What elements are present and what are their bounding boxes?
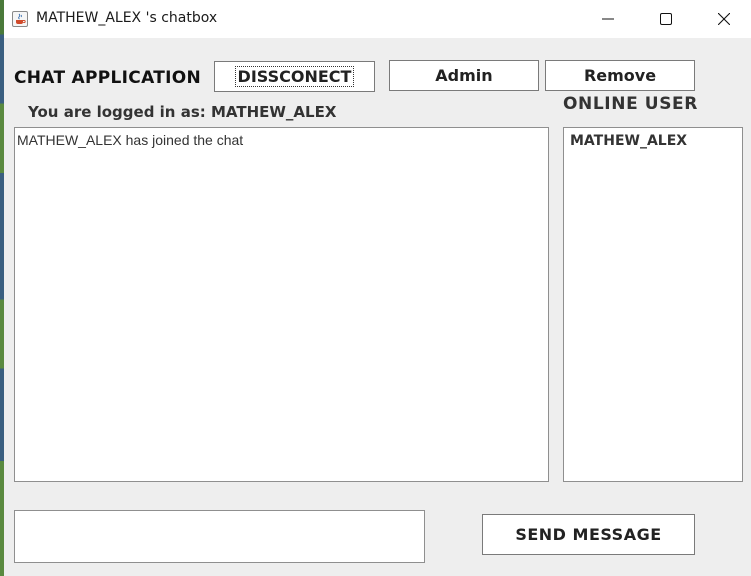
disconnect-button-label: DISSCONECT — [237, 67, 352, 86]
online-users-heading: ONLINE USER — [563, 94, 698, 114]
remove-button[interactable]: Remove — [545, 60, 695, 91]
close-button[interactable] — [695, 0, 751, 38]
app-title: CHAT APPLICATION — [14, 68, 202, 88]
maximize-icon — [660, 13, 672, 25]
minimize-button[interactable] — [579, 0, 637, 38]
java-app-icon — [12, 11, 28, 27]
message-input[interactable] — [14, 510, 425, 563]
maximize-button[interactable] — [637, 0, 695, 38]
title-bar[interactable]: MATHEW_ALEX 's chatbox — [4, 0, 751, 38]
chat-message: MATHEW_ALEX has joined the chat — [17, 132, 244, 148]
close-icon — [718, 13, 730, 25]
logged-in-status: You are logged in as: MATHEW_ALEX — [28, 103, 337, 121]
minimize-icon — [602, 18, 614, 20]
disconnect-button[interactable]: DISSCONECT — [214, 61, 375, 92]
window-title: MATHEW_ALEX 's chatbox — [36, 10, 218, 26]
send-message-button[interactable]: SEND MESSAGE — [482, 514, 695, 555]
online-users-list[interactable]: MATHEW_ALEX — [563, 127, 743, 482]
online-user-item[interactable]: MATHEW_ALEX — [570, 133, 687, 149]
chat-window: MATHEW_ALEX 's chatbox CHAT APPLICATION … — [4, 0, 751, 576]
admin-button[interactable]: Admin — [389, 60, 539, 91]
chat-messages-area[interactable]: MATHEW_ALEX has joined the chat — [14, 127, 549, 482]
